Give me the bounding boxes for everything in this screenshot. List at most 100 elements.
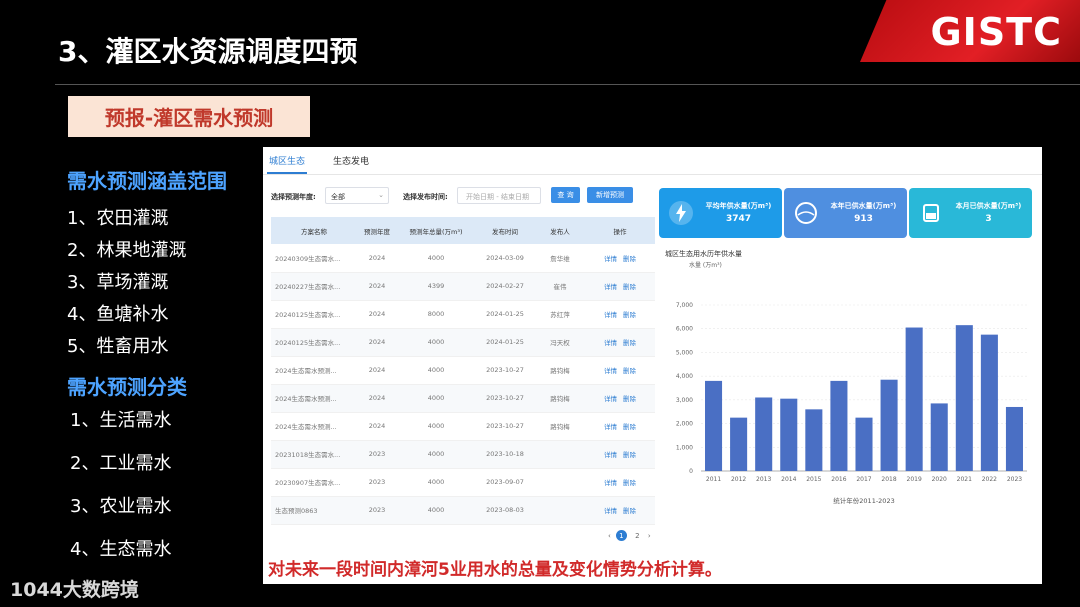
class-item: 4、生态需水	[70, 539, 172, 560]
delete-link[interactable]: 删除	[623, 283, 636, 291]
detail-link[interactable]: 详情	[604, 283, 617, 291]
x-tick-label: 2021	[957, 476, 972, 483]
table-cell: 2024	[357, 328, 397, 357]
x-tick-label: 2018	[881, 476, 896, 483]
table-actions-cell: 详情 删除	[585, 468, 655, 497]
scope-item: 4、鱼塘补水	[67, 304, 169, 325]
column-header: 操作	[585, 217, 655, 244]
table-cell: 8000	[397, 300, 475, 329]
date-range-input[interactable]: 开始日期 - 结束日期	[457, 187, 541, 204]
table-cell: 4000	[397, 384, 475, 413]
x-tick-label: 2014	[781, 476, 796, 483]
table-actions-cell: 详情 删除	[585, 328, 655, 357]
table-actions-cell: 详情 删除	[585, 244, 655, 273]
delete-link[interactable]: 删除	[623, 367, 636, 375]
detail-link[interactable]: 详情	[604, 339, 617, 347]
stat-card-avg-annual: 平均年供水量(万m³) 3747	[659, 188, 782, 238]
y-tick-label: 3,000	[676, 397, 693, 404]
table-actions-cell: 详情 删除	[585, 440, 655, 469]
table-cell: 2024-02-27	[475, 272, 535, 301]
stat-card-value: 3	[985, 214, 992, 224]
water-tank-icon	[923, 204, 939, 222]
table-row: 20240309生态需水... 2024 4000 2024-03-09 詹华维 详情 删除	[271, 244, 655, 273]
title-divider	[55, 84, 1080, 85]
table-cell: 20240309生态需水...	[271, 244, 357, 273]
table-cell: 苏红萍	[535, 300, 585, 329]
table-cell: 20240227生态需水...	[271, 272, 357, 301]
table-cell: 2024	[357, 412, 397, 441]
delete-link[interactable]: 删除	[623, 479, 636, 487]
table-header-row: 方案名称 预测年度 预测年总量(万m³) 发布时间 发布人 操作	[271, 217, 655, 244]
tab-urban-ecology[interactable]: 城区生态	[269, 154, 305, 167]
delete-link[interactable]: 删除	[623, 507, 636, 515]
table-cell: 2024生态需水预测...	[271, 412, 357, 441]
x-tick-label: 2016	[831, 476, 846, 483]
stat-card-title: 本年已供水量(万m³)	[830, 202, 897, 210]
table-cell	[535, 496, 585, 525]
delete-link[interactable]: 删除	[623, 451, 636, 459]
table-cell: 2023-10-27	[475, 356, 535, 385]
column-header: 预测年度	[357, 217, 397, 244]
column-header: 发布时间	[475, 217, 535, 244]
table-actions-cell: 详情 删除	[585, 384, 655, 413]
table-cell	[535, 440, 585, 469]
next-page-button[interactable]: ›	[648, 532, 651, 540]
scope-heading: 需水预测涵盖范围	[67, 169, 227, 193]
table-cell: 生态预测0863	[271, 496, 357, 525]
table-cell: 2023-08-03	[475, 496, 535, 525]
detail-link[interactable]: 详情	[604, 451, 617, 459]
delete-link[interactable]: 删除	[623, 423, 636, 431]
page-button[interactable]: 2	[632, 530, 643, 541]
x-axis-label: 统计年份2011-2023	[833, 496, 894, 505]
query-button[interactable]: 查 询	[551, 187, 580, 203]
table-row: 20240125生态需水... 2024 8000 2024-01-25 苏红萍 详情 删除	[271, 300, 655, 329]
page-button[interactable]: 1	[615, 530, 627, 541]
detail-link[interactable]: 详情	[604, 507, 617, 515]
x-tick-label: 2017	[856, 476, 871, 483]
y-tick-label: 7,000	[676, 302, 693, 309]
delete-link[interactable]: 删除	[623, 255, 636, 263]
add-forecast-button[interactable]: 新增预测	[587, 187, 633, 203]
x-tick-label: 2012	[731, 476, 746, 483]
delete-link[interactable]: 删除	[623, 395, 636, 403]
table-row: 2024生态需水预测... 2024 4000 2023-10-27 路钧梅 详情 删除	[271, 384, 655, 413]
detail-link[interactable]: 详情	[604, 255, 617, 263]
table-actions-cell: 详情 删除	[585, 356, 655, 385]
table-cell: 路钧梅	[535, 356, 585, 385]
bar	[805, 409, 823, 471]
detail-link[interactable]: 详情	[604, 311, 617, 319]
table-cell: 2024	[357, 384, 397, 413]
detail-link[interactable]: 详情	[604, 367, 617, 375]
stat-card-year-supplied: 本年已供水量(万m³) 913	[784, 188, 907, 238]
table-cell: 2024生态需水预测...	[271, 356, 357, 385]
detail-link[interactable]: 详情	[604, 479, 617, 487]
table-row: 2024生态需水预测... 2024 4000 2023-10-27 路钧梅 详情 删除	[271, 412, 655, 441]
bar	[855, 417, 873, 471]
prev-page-button[interactable]: ‹	[608, 532, 611, 540]
column-header: 方案名称	[271, 217, 357, 244]
y-tick-label: 1,000	[676, 444, 693, 451]
table-row: 20240125生态需水... 2024 4000 2024-01-25 冯天权 详情 删除	[271, 328, 655, 357]
bar	[780, 398, 798, 471]
table-cell: 2023-10-18	[475, 440, 535, 469]
bar	[980, 334, 998, 471]
detail-link[interactable]: 详情	[604, 395, 617, 403]
year-select[interactable]: 全部 ⌄	[325, 187, 389, 204]
table-body: 20240309生态需水... 2024 4000 2024-03-09 詹华维 详情 删除…	[271, 244, 655, 525]
detail-link[interactable]: 详情	[604, 423, 617, 431]
table-row: 生态预测0863 2023 4000 2023-08-03 详情 删除	[271, 496, 655, 525]
delete-link[interactable]: 删除	[623, 339, 636, 347]
stat-card-value: 913	[854, 214, 873, 224]
column-header: 预测年总量(万m³)	[397, 217, 475, 244]
water-globe-icon	[795, 202, 817, 224]
table-cell: 2024	[357, 244, 397, 273]
delete-link[interactable]: 删除	[623, 311, 636, 319]
stat-card-month-supplied: 本月已供水量(万m³) 3	[909, 188, 1032, 238]
y-axis-label: 水量 (万m³)	[689, 261, 722, 269]
x-tick-label: 2019	[907, 476, 922, 483]
water-supply-bar-chart: 水量 (万m³) 0 1,000 2,000 3,000 4,000 5,000 6,000 7…	[676, 261, 1027, 505]
table-cell: 2023	[357, 496, 397, 525]
table-cell: 2023	[357, 468, 397, 497]
class-item: 2、工业需水	[70, 453, 172, 474]
tab-eco-power[interactable]: 生态发电	[333, 154, 369, 167]
